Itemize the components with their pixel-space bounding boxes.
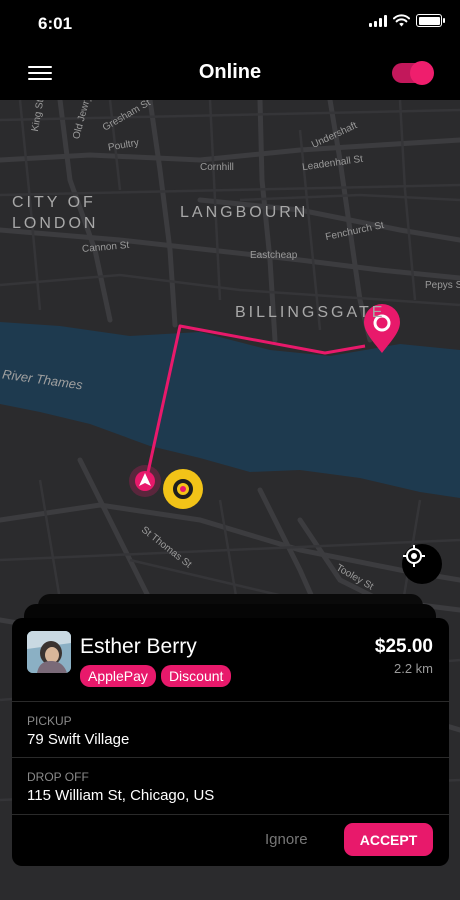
- ride-request-card: Esther Berry $25.00 2.2 km ApplePay Disc…: [12, 618, 449, 866]
- toggle-knob: [410, 61, 434, 85]
- status-icons: [369, 14, 445, 27]
- wifi-icon: [393, 14, 410, 27]
- district-label-langbourn: LANGBOURN: [180, 204, 309, 221]
- tag-applepay: ApplePay: [80, 665, 156, 687]
- fare-price: $25.00: [374, 636, 433, 657]
- district-label-billingsgate: BILLINGSGATE: [235, 304, 386, 321]
- divider: [12, 701, 449, 702]
- divider: [12, 814, 449, 815]
- tag-discount: Discount: [160, 665, 232, 687]
- district-label-city-of-london: CITY OF LONDON: [12, 194, 99, 232]
- street-label: Cornhill: [200, 162, 234, 173]
- payment-tags: ApplePay Discount: [80, 665, 232, 687]
- ignore-button[interactable]: Ignore: [265, 831, 308, 848]
- locate-me-button[interactable]: [402, 544, 442, 584]
- dropoff-label: DROP OFF: [27, 770, 89, 784]
- street-label: Eastcheap: [250, 250, 298, 261]
- battery-icon: [416, 14, 445, 27]
- dropoff-address: 115 William St, Chicago, US: [27, 787, 215, 804]
- status-time: 6:01: [38, 14, 73, 33]
- app-header: Online: [0, 46, 460, 100]
- status-bar: 6:01: [0, 0, 460, 46]
- divider: [12, 757, 449, 758]
- avatar: [27, 631, 71, 673]
- rider-name: Esther Berry: [80, 635, 197, 658]
- pickup-label: PICKUP: [27, 714, 72, 728]
- pickup-address: 79 Swift Village: [27, 731, 130, 748]
- online-toggle[interactable]: [392, 61, 434, 85]
- trip-distance: 2.2 km: [393, 661, 433, 676]
- accept-button[interactable]: ACCEPT: [344, 823, 433, 856]
- page-title: Online: [198, 61, 262, 83]
- street-label: Pepys St: [425, 280, 460, 291]
- cellular-signal-icon: [369, 14, 387, 27]
- crosshair-icon: [403, 545, 425, 567]
